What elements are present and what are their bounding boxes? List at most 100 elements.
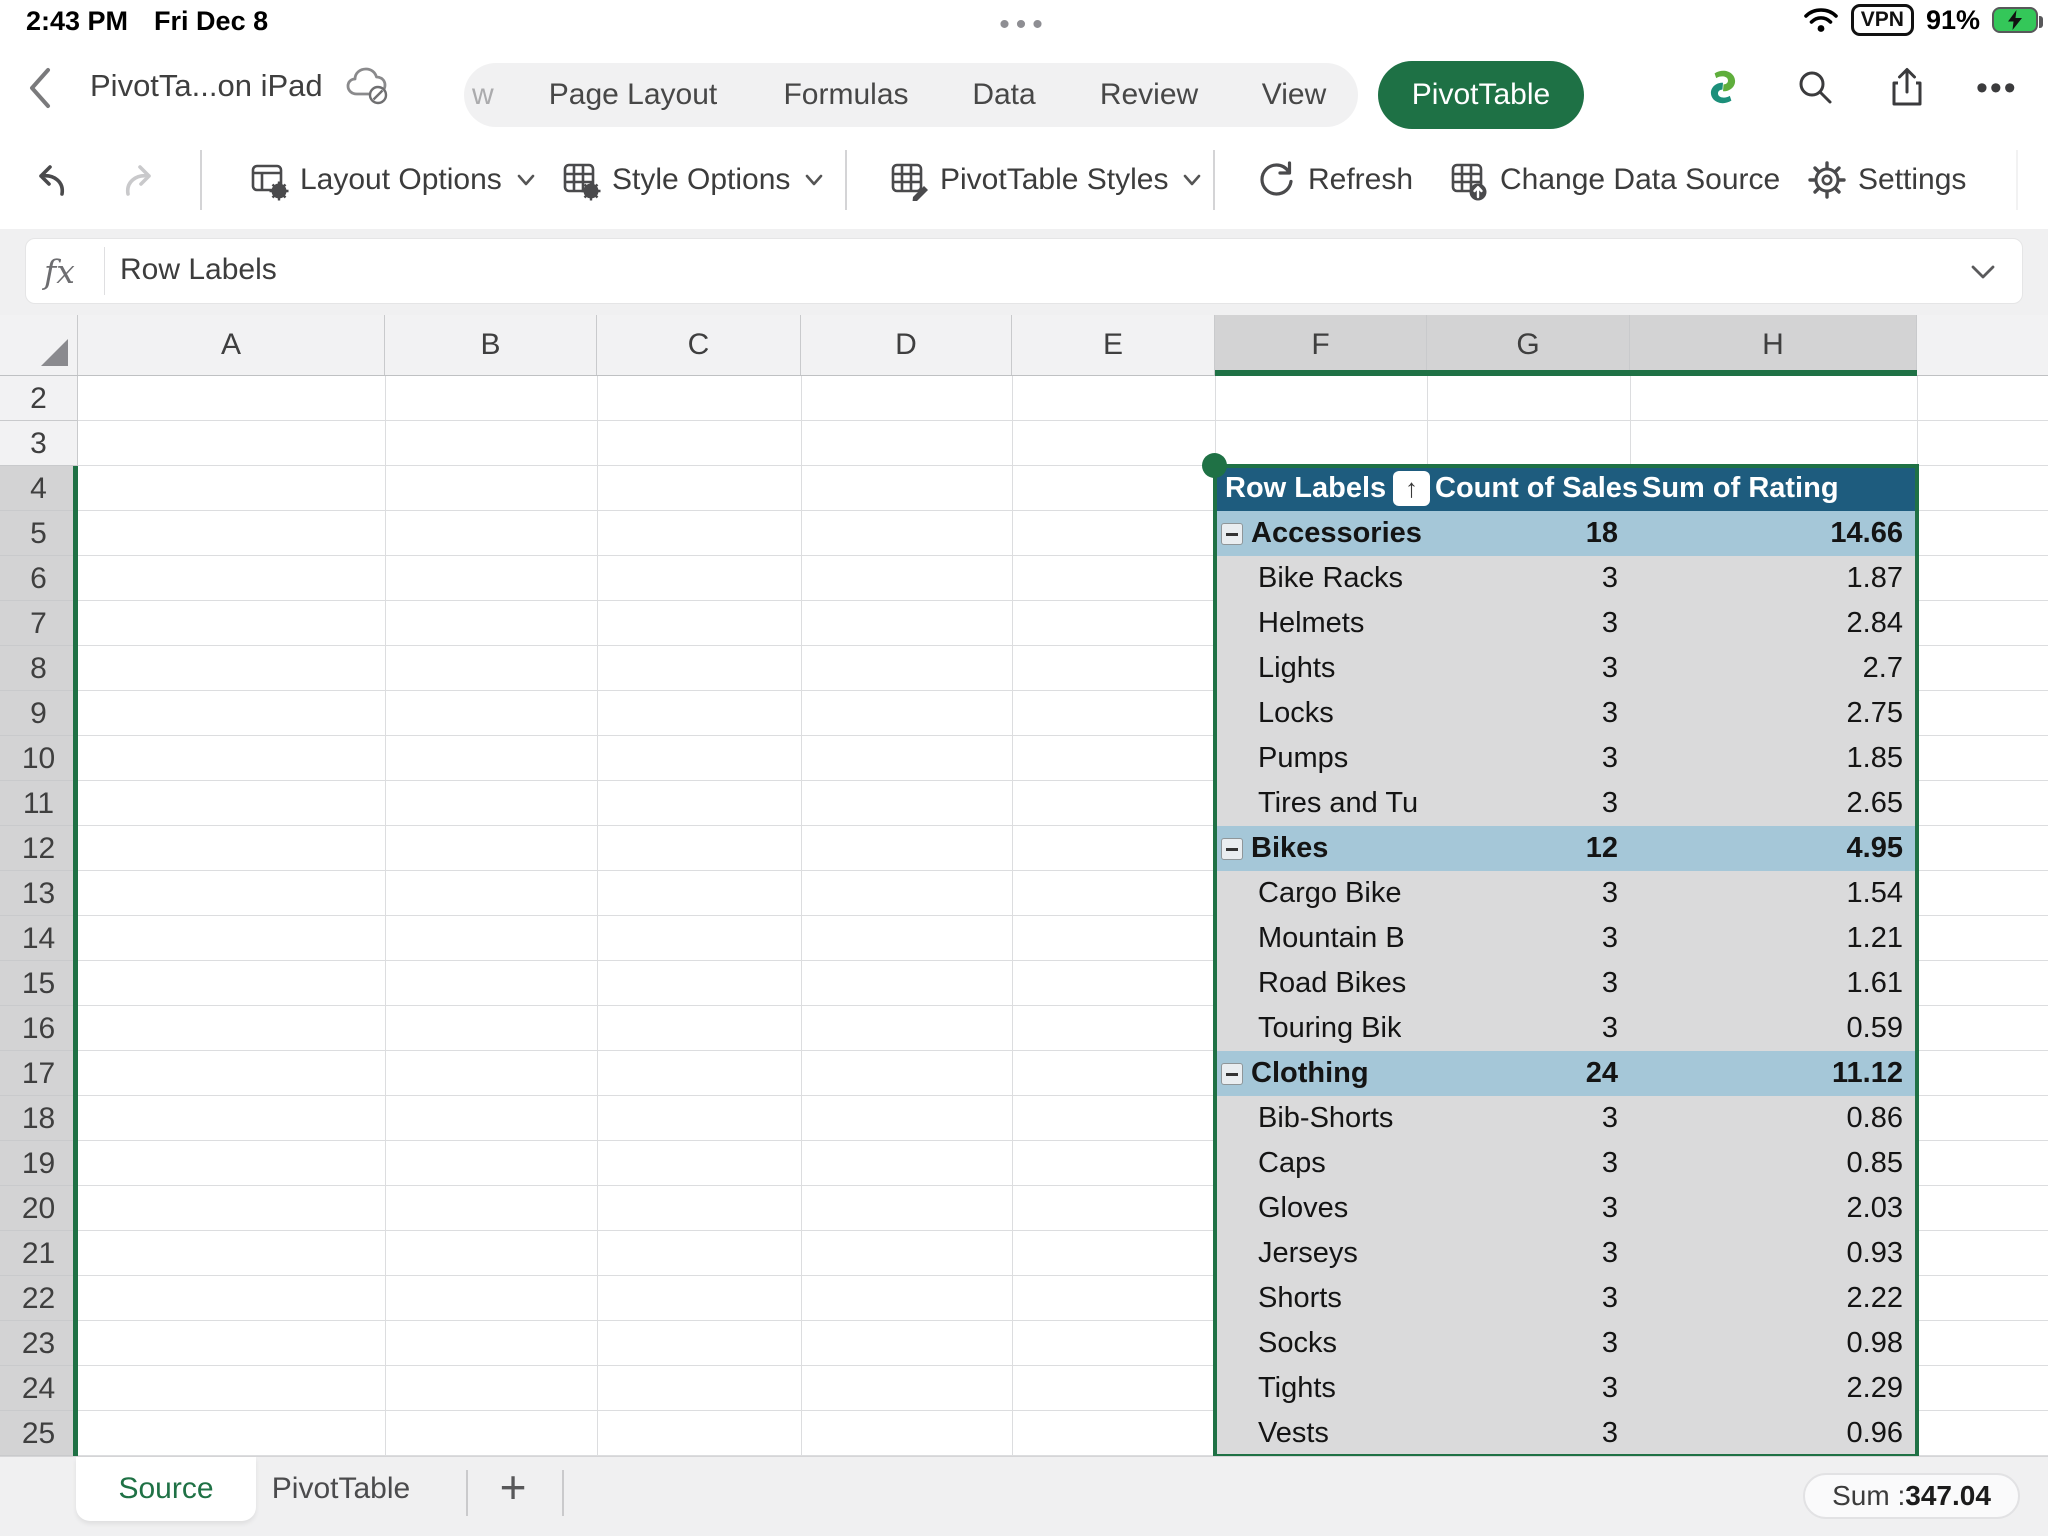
layout-options-button[interactable]: Layout Options <box>248 130 536 229</box>
row-header-22[interactable]: 22 <box>0 1276 78 1321</box>
ribbon-tab-formulas[interactable]: Formulas <box>783 63 908 127</box>
add-sheet-button[interactable]: + <box>486 1457 540 1521</box>
row-header-12[interactable]: 12 <box>0 826 78 871</box>
pivot-item-row-tires-and-tu[interactable]: Tires and Tu32.65 <box>1215 781 1917 826</box>
aggregate-sum-pill[interactable]: Sum :347.04 <box>1803 1473 2020 1519</box>
pivot-count-cell[interactable]: 3 <box>1427 691 1630 736</box>
pivot-rating-cell[interactable]: 1.61 <box>1630 961 1917 1006</box>
style-options-button[interactable]: Style Options <box>560 130 824 229</box>
pivot-item-row-bib-shorts[interactable]: Bib-Shorts30.86 <box>1215 1096 1917 1141</box>
pivot-count-cell[interactable]: 3 <box>1427 1321 1630 1366</box>
row-header-11[interactable]: 11 <box>0 781 78 826</box>
pivot-rating-cell[interactable]: 0.93 <box>1630 1231 1917 1276</box>
pivot-rating-cell[interactable]: 14.66 <box>1630 511 1917 556</box>
row-header-4[interactable]: 4 <box>0 466 78 511</box>
selection-handle-dot[interactable] <box>1202 453 1227 478</box>
pivot-rating-cell[interactable]: 0.96 <box>1630 1411 1917 1456</box>
ribbon-tab-data[interactable]: Data <box>972 63 1035 127</box>
row-header-15[interactable]: 15 <box>0 961 78 1006</box>
row-header-14[interactable]: 14 <box>0 916 78 961</box>
pivot-count-cell[interactable]: 3 <box>1427 1411 1630 1456</box>
pivot-item-row-shorts[interactable]: Shorts32.22 <box>1215 1276 1917 1321</box>
row-header-7[interactable]: 7 <box>0 601 78 646</box>
ribbon-tab-review[interactable]: Review <box>1100 63 1198 127</box>
pivot-rating-cell[interactable]: 2.65 <box>1630 781 1917 826</box>
column-header-F[interactable]: F <box>1215 315 1427 375</box>
pivot-item-row-caps[interactable]: Caps30.85 <box>1215 1141 1917 1186</box>
pivot-count-cell[interactable]: 24 <box>1427 1051 1630 1096</box>
pivot-item-row-vests[interactable]: Vests30.96 <box>1215 1411 1917 1456</box>
collapse-minus-icon[interactable] <box>1221 838 1243 860</box>
search-icon[interactable] <box>1794 66 1838 110</box>
pivot-group-row-accessories[interactable]: Accessories1814.66 <box>1215 511 1917 556</box>
pivot-count-cell[interactable]: 3 <box>1427 961 1630 1006</box>
change-data-source-button[interactable]: Change Data Source <box>1448 130 1780 229</box>
row-header-23[interactable]: 23 <box>0 1321 78 1366</box>
pivot-item-row-lights[interactable]: Lights32.7 <box>1215 646 1917 691</box>
row-header-8[interactable]: 8 <box>0 646 78 691</box>
row-header-13[interactable]: 13 <box>0 871 78 916</box>
pivot-count-cell[interactable]: 3 <box>1427 1366 1630 1411</box>
pivot-group-row-clothing[interactable]: Clothing2411.12 <box>1215 1051 1917 1096</box>
pivot-item-row-mountain-b[interactable]: Mountain B31.21 <box>1215 916 1917 961</box>
undo-button[interactable] <box>28 130 72 229</box>
pivot-header-row[interactable]: Row Labels ↑ Count of Sales Sum of Ratin… <box>1215 466 1917 511</box>
ribbon-tab-w[interactable]: w <box>472 63 494 127</box>
row-header-16[interactable]: 16 <box>0 1006 78 1051</box>
redo-button[interactable] <box>118 130 162 229</box>
row-header-6[interactable]: 6 <box>0 556 78 601</box>
share-icon[interactable] <box>1886 66 1930 110</box>
pivot-item-row-socks[interactable]: Socks30.98 <box>1215 1321 1917 1366</box>
pivot-count-cell[interactable]: 18 <box>1427 511 1630 556</box>
pivot-rating-cell[interactable]: 1.87 <box>1630 556 1917 601</box>
pivot-count-cell[interactable]: 3 <box>1427 601 1630 646</box>
pivot-item-row-bike-racks[interactable]: Bike Racks31.87 <box>1215 556 1917 601</box>
pivot-count-cell[interactable]: 3 <box>1427 781 1630 826</box>
cloud-offline-icon[interactable] <box>344 64 392 106</box>
row-header-10[interactable]: 10 <box>0 736 78 781</box>
pivot-item-row-helmets[interactable]: Helmets32.84 <box>1215 601 1917 646</box>
row-header-24[interactable]: 24 <box>0 1366 78 1411</box>
collapse-minus-icon[interactable] <box>1221 523 1243 545</box>
pivot-rating-cell[interactable]: 2.7 <box>1630 646 1917 691</box>
pivot-count-cell[interactable]: 3 <box>1427 1231 1630 1276</box>
pivot-count-cell[interactable]: 3 <box>1427 736 1630 781</box>
column-header-A[interactable]: A <box>78 315 385 375</box>
pivot-count-cell[interactable]: 3 <box>1427 1096 1630 1141</box>
pivot-rating-cell[interactable]: 2.29 <box>1630 1366 1917 1411</box>
pivot-count-cell[interactable]: 12 <box>1427 826 1630 871</box>
pivot-count-cell[interactable]: 3 <box>1427 1186 1630 1231</box>
tab-pivottable-contextual[interactable]: PivotTable <box>1378 61 1584 129</box>
multitasking-dots-icon[interactable]: ••• <box>999 8 1049 42</box>
pivot-group-row-bikes[interactable]: Bikes124.95 <box>1215 826 1917 871</box>
column-header-D[interactable]: D <box>801 315 1012 375</box>
row-header-19[interactable]: 19 <box>0 1141 78 1186</box>
pivot-rating-cell[interactable]: 0.85 <box>1630 1141 1917 1186</box>
refresh-button[interactable]: Refresh <box>1256 130 1413 229</box>
pivot-rating-cell[interactable]: 11.12 <box>1630 1051 1917 1096</box>
copilot-icon[interactable] <box>1702 66 1746 110</box>
pivot-rating-cell[interactable]: 4.95 <box>1630 826 1917 871</box>
sheet-tab-pivottable[interactable]: PivotTable <box>256 1457 426 1521</box>
pivot-count-cell[interactable]: 3 <box>1427 646 1630 691</box>
pivot-item-row-locks[interactable]: Locks32.75 <box>1215 691 1917 736</box>
select-all-corner[interactable] <box>0 315 78 375</box>
pivot-item-row-touring-bik[interactable]: Touring Bik30.59 <box>1215 1006 1917 1051</box>
pivot-rating-cell[interactable]: 2.22 <box>1630 1276 1917 1321</box>
ribbon-tab-view[interactable]: View <box>1262 63 1326 127</box>
formula-input[interactable]: fx Row Labels <box>25 238 2023 304</box>
pivot-count-cell[interactable]: 3 <box>1427 871 1630 916</box>
pivot-count-cell[interactable]: 3 <box>1427 1141 1630 1186</box>
pivot-item-row-pumps[interactable]: Pumps31.85 <box>1215 736 1917 781</box>
column-header-C[interactable]: C <box>597 315 801 375</box>
pivot-rating-cell[interactable]: 0.59 <box>1630 1006 1917 1051</box>
pivot-count-cell[interactable]: 3 <box>1427 1276 1630 1321</box>
ribbon-tab-page-layout[interactable]: Page Layout <box>549 63 717 127</box>
pivot-item-row-jerseys[interactable]: Jerseys30.93 <box>1215 1231 1917 1276</box>
pivot-rating-cell[interactable]: 2.75 <box>1630 691 1917 736</box>
pivot-item-row-gloves[interactable]: Gloves32.03 <box>1215 1186 1917 1231</box>
pivot-rating-cell[interactable]: 0.98 <box>1630 1321 1917 1366</box>
row-header-5[interactable]: 5 <box>0 511 78 556</box>
column-header-B[interactable]: B <box>385 315 597 375</box>
pivot-count-cell[interactable]: 3 <box>1427 1006 1630 1051</box>
